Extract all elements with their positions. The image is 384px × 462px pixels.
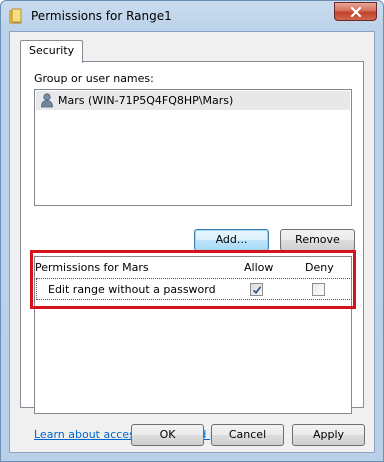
- security-tab-panel: Group or user names: Mars (WIN-71P5Q4FQ8…: [20, 61, 364, 441]
- folder-icon: [9, 8, 23, 24]
- list-item-label: Mars (WIN-71P5Q4FQ8HP\Mars): [58, 94, 234, 107]
- permissions-box: Permissions for Mars Allow Deny Edit ran…: [34, 256, 354, 414]
- ok-button[interactable]: OK: [131, 424, 204, 446]
- allow-checkbox[interactable]: [250, 283, 263, 296]
- close-button[interactable]: [334, 2, 377, 21]
- title-bar[interactable]: Permissions for Range1: [1, 1, 383, 31]
- permission-row[interactable]: Edit range without a password: [36, 278, 354, 300]
- add-button[interactable]: Add...: [194, 229, 269, 251]
- permissions-dialog: Permissions for Range1 Security Group or…: [0, 0, 384, 462]
- checkmark-icon: [252, 286, 262, 295]
- group-user-listbox[interactable]: Mars (WIN-71P5Q4FQ8HP\Mars): [34, 89, 352, 206]
- cancel-button[interactable]: Cancel: [211, 424, 284, 446]
- remove-button[interactable]: Remove: [280, 229, 355, 251]
- group-names-label: Group or user names:: [34, 72, 154, 85]
- user-icon: [40, 93, 54, 111]
- allow-column-header: Allow: [244, 261, 274, 274]
- window-title: Permissions for Range1: [31, 9, 172, 23]
- deny-column-header: Deny: [305, 261, 334, 274]
- list-item[interactable]: Mars (WIN-71P5Q4FQ8HP\Mars): [36, 91, 350, 110]
- permissions-header: Permissions for Mars: [35, 261, 149, 274]
- dialog-client-area: Security Group or user names: Mars (WIN-…: [9, 31, 375, 453]
- permission-name: Edit range without a password: [48, 283, 216, 296]
- deny-checkbox[interactable]: [312, 283, 325, 296]
- apply-button[interactable]: Apply: [292, 424, 365, 446]
- tab-security[interactable]: Security: [20, 40, 84, 63]
- close-icon: [350, 7, 362, 17]
